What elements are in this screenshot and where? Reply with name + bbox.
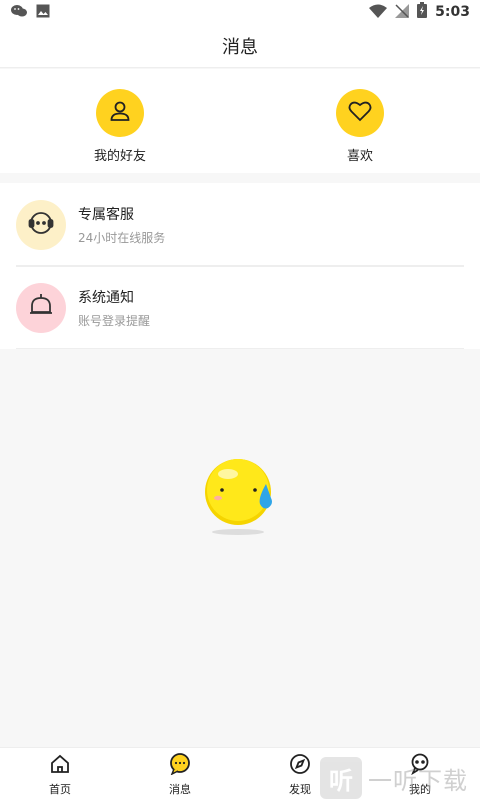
wifi-icon — [369, 3, 388, 22]
tab-discover-label: 发现 — [289, 783, 311, 796]
message-icon — [169, 753, 191, 779]
compass-icon — [289, 753, 311, 779]
notice-subtitle: 账号登录提醒 — [78, 313, 151, 328]
tab-messages[interactable]: 消息 — [120, 748, 240, 800]
likes-button[interactable]: 喜欢 — [240, 69, 480, 173]
home-icon — [49, 753, 71, 779]
service-title: 专属客服 — [78, 206, 134, 223]
headset-icon — [28, 211, 54, 239]
message-list: 专属客服 24小时在线服务 系统通知 账号登录提醒 — [0, 183, 480, 349]
list-item-notice[interactable]: 系统通知 账号登录提醒 — [0, 266, 480, 349]
image-icon — [36, 3, 50, 22]
status-time: 5:03 — [435, 4, 470, 20]
empty-state — [0, 350, 480, 747]
watermark-badge: 听 — [320, 757, 362, 799]
tab-home-label: 首页 — [49, 783, 71, 796]
tab-home[interactable]: 首页 — [0, 748, 120, 800]
notice-avatar — [16, 282, 66, 333]
bell-icon — [29, 293, 53, 323]
person-icon — [108, 99, 132, 127]
friends-button[interactable]: 我的好友 — [0, 69, 240, 173]
page-title: 消息 — [222, 36, 258, 58]
likes-label: 喜欢 — [346, 149, 373, 164]
likes-circle — [336, 89, 384, 137]
watermark: 听 一听下载 — [320, 757, 468, 799]
heart-icon — [348, 100, 372, 126]
service-subtitle: 24小时在线服务 — [78, 230, 166, 245]
notice-title: 系统通知 — [78, 289, 134, 306]
status-bar: 5:03 — [0, 0, 480, 24]
watermark-text: 一听下载 — [368, 766, 468, 795]
tab-messages-label: 消息 — [169, 783, 191, 796]
friends-circle — [96, 89, 144, 137]
service-text: 专属客服 24小时在线服务 — [78, 204, 165, 246]
header: 消息 — [0, 24, 480, 68]
service-avatar — [16, 199, 66, 250]
battery-icon — [417, 2, 428, 22]
sad-emoji-icon — [200, 454, 280, 540]
wechat-icon — [10, 3, 28, 22]
notice-text: 系统通知 账号登录提醒 — [78, 287, 150, 329]
no-signal-icon — [395, 3, 410, 22]
friends-label: 我的好友 — [93, 149, 146, 164]
list-item-service[interactable]: 专属客服 24小时在线服务 — [0, 183, 480, 266]
quick-actions: 我的好友 喜欢 — [0, 69, 480, 173]
